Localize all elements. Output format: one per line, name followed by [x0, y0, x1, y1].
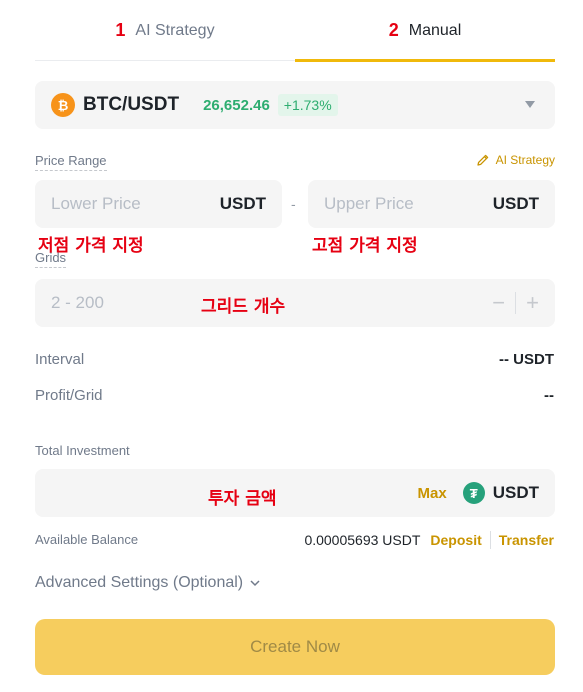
pair-change-badge: +1.73% [277, 94, 338, 116]
caret-down-icon [525, 101, 535, 108]
bitcoin-icon: ₿ [51, 93, 75, 117]
tab-label: Manual [408, 21, 462, 39]
upper-price-unit: USDT [492, 194, 539, 213]
grids-placeholder: 2 - 200 [51, 293, 104, 312]
pencil-icon [476, 154, 488, 166]
tether-icon: ₮ [462, 482, 485, 504]
grids-label: Grids [35, 250, 67, 268]
stepper-divider [515, 292, 517, 314]
range-separator: - [291, 196, 296, 212]
upper-price-annotation: 고점 가격 지정 [312, 236, 418, 256]
upper-price-input[interactable]: Upper Price USDT [308, 180, 555, 228]
ai-strategy-link-label: AI Strategy [495, 153, 555, 167]
deposit-link[interactable]: Deposit [430, 532, 481, 548]
balance-row: 0.00005693 USDT Deposit Transfer [304, 531, 554, 549]
tab-ai-strategy[interactable]: 1 AI Strategy [35, 0, 295, 61]
available-balance-label: Available Balance [35, 532, 139, 547]
pair-selector[interactable]: ₿ BTC/USDT 26,652.46 +1.73% [35, 81, 555, 129]
investment-annotation: 투자 금액 [208, 489, 277, 509]
minus-button[interactable]: − [492, 290, 505, 316]
advanced-settings-toggle[interactable]: Advanced Settings (Optional) [35, 574, 261, 592]
total-investment-label: Total Investment [35, 443, 130, 458]
advanced-settings-label: Advanced Settings (Optional) [35, 574, 244, 591]
ai-strategy-link[interactable]: AI Strategy [476, 153, 555, 167]
interval-label: Interval [35, 351, 85, 368]
tab-manual[interactable]: 2 Manual [295, 0, 555, 62]
tab-number: 1 [115, 20, 126, 40]
plus-button[interactable]: + [526, 290, 539, 316]
grids-stepper: − + [492, 279, 539, 327]
max-button[interactable]: Max [418, 485, 447, 502]
lower-price-input[interactable]: Lower Price USDT [35, 180, 282, 228]
divider [489, 531, 491, 549]
profit-grid-label: Profit/Grid [35, 387, 103, 404]
tab-label: AI Strategy [135, 21, 215, 39]
interval-value: -- USDT [499, 351, 554, 368]
grids-annotation: 그리드 개수 [201, 297, 286, 317]
grids-input[interactable]: 2 - 200 − + [35, 279, 555, 327]
profit-grid-value: -- [544, 387, 554, 404]
upper-price-placeholder: Upper Price [324, 194, 414, 213]
create-now-button[interactable]: Create Now [35, 619, 555, 675]
strategy-tabs: 1 AI Strategy 2 Manual [35, 0, 555, 62]
pair-price: 26,652.46 [203, 96, 270, 114]
lower-price-placeholder: Lower Price [51, 194, 141, 213]
tab-number: 2 [388, 20, 399, 40]
pair-symbol: BTC/USDT [83, 94, 180, 115]
price-range-label: Price Range [35, 153, 107, 171]
transfer-link[interactable]: Transfer [499, 532, 554, 548]
chevron-down-icon [250, 580, 260, 587]
investment-input[interactable]: Max ₮ USDT [35, 469, 555, 517]
lower-price-unit: USDT [219, 194, 266, 213]
available-balance-value: 0.00005693 USDT [304, 532, 421, 548]
investment-unit: USDT [492, 483, 539, 502]
